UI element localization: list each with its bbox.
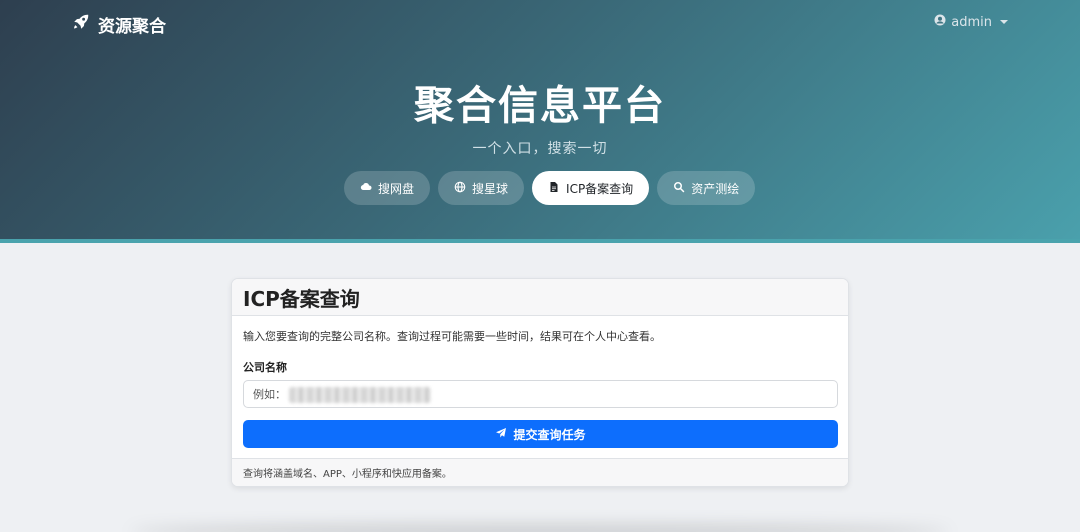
- search-tabs: 搜网盘 搜星球 ICP备案查询 资产测绘: [344, 171, 756, 205]
- tab-icp[interactable]: ICP备案查询: [532, 171, 650, 205]
- rocket-icon: [72, 13, 90, 36]
- card-footer-note: 查询将涵盖域名、APP、小程序和快应用备案。: [232, 458, 848, 486]
- user-circle-icon: [934, 14, 946, 30]
- card-body: 输入您要查询的完整公司名称。查询过程可能需要一些时间，结果可在个人中心查看。 公…: [232, 316, 848, 460]
- tab-label: 搜网盘: [378, 181, 415, 196]
- tab-planet[interactable]: 搜星球: [438, 171, 525, 205]
- submit-label: 提交查询任务: [513, 427, 586, 442]
- page-subtitle: 一个入口，搜索一切: [472, 141, 608, 157]
- submit-query-button[interactable]: 提交查询任务: [243, 420, 838, 448]
- cloud-icon: [360, 181, 372, 196]
- card-description: 输入您要查询的完整公司名称。查询过程可能需要一些时间，结果可在个人中心查看。: [243, 330, 661, 343]
- company-name-label: 公司名称: [243, 361, 287, 374]
- bottom-shadow: [130, 526, 950, 532]
- tab-label: ICP备案查询: [566, 181, 634, 196]
- brand[interactable]: 资源聚合: [72, 12, 166, 37]
- user-name: admin: [951, 14, 992, 30]
- brand-name: 资源聚合: [98, 16, 166, 37]
- tab-asset-mapping[interactable]: 资产测绘: [657, 171, 756, 205]
- user-menu[interactable]: admin: [934, 14, 1008, 30]
- chevron-down-icon: [1000, 20, 1008, 24]
- search-icon: [673, 181, 685, 196]
- tab-cloud-drive[interactable]: 搜网盘: [344, 171, 431, 205]
- tab-label: 资产测绘: [691, 181, 740, 196]
- tab-label: 搜星球: [472, 181, 509, 196]
- globe-icon: [454, 181, 466, 196]
- hero-banner: 资源聚合 admin 聚合信息平台 一个入口，搜索一切 搜网盘 搜星球 ICP备…: [0, 0, 1080, 243]
- card-title: ICP备案查询: [232, 279, 848, 316]
- company-name-field-wrapper: [243, 380, 838, 408]
- file-icon: [548, 181, 560, 196]
- redacted-example: [289, 387, 431, 403]
- paper-plane-icon: [495, 427, 507, 442]
- page-title: 聚合信息平台: [414, 83, 666, 129]
- icp-query-card: ICP备案查询 输入您要查询的完整公司名称。查询过程可能需要一些时间，结果可在个…: [231, 278, 849, 487]
